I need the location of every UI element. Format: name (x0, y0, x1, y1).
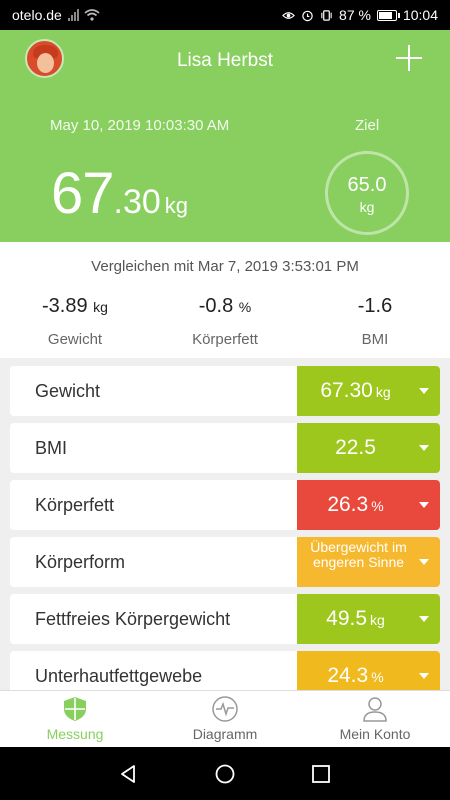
metric-unit: kg (375, 384, 391, 400)
goal-unit: kg (359, 199, 375, 215)
metric-value: 24.3 (327, 664, 369, 687)
nav-messung[interactable]: Messung (0, 691, 150, 748)
chevron-down-icon (419, 388, 429, 394)
metric-unit: % (371, 498, 384, 514)
eye-icon (282, 11, 295, 19)
stat-unit: % (238, 299, 252, 315)
nav-mein-konto[interactable]: Mein Konto (300, 691, 450, 748)
bottom-navigation: Messung Diagramm Mein Konto (0, 690, 450, 747)
add-button[interactable] (396, 45, 422, 71)
metric-row-bodyfat[interactable]: Körperfett 26.3% (10, 480, 440, 530)
chevron-down-icon (419, 616, 429, 622)
battery-percent: 87 % (339, 7, 371, 23)
metric-badge[interactable]: 26.3% (297, 480, 440, 530)
stat-label: BMI (361, 331, 389, 348)
clock-time: 10:04 (402, 7, 438, 23)
metrics-list[interactable]: Gewicht 67.30 kg BMI 22.5 Körperfett 26.3… (0, 358, 450, 690)
stat-label: Körperfett (192, 331, 258, 348)
chevron-down-icon (419, 445, 429, 451)
metric-value: Übergewicht im engeren Sinne (310, 539, 407, 570)
weight-decimal: .30 (113, 183, 161, 221)
chevron-down-icon (419, 673, 429, 679)
battery-icon (376, 9, 400, 21)
nav-diagramm[interactable]: Diagramm (150, 691, 300, 748)
weight-unit: kg (164, 193, 189, 218)
pulse-icon (212, 696, 238, 722)
metric-unit: kg (370, 612, 385, 628)
measurement-date: May 10, 2019 10:03:30 AM (50, 117, 230, 134)
system-navigation-bar (0, 747, 450, 800)
metric-badge[interactable]: 49.5 kg (297, 594, 440, 644)
nav-label: Diagramm (192, 726, 258, 742)
home-icon[interactable] (214, 763, 236, 785)
status-bar: otelo.de 87 % 10:04 (0, 0, 450, 30)
person-icon (363, 697, 387, 722)
chevron-down-icon (419, 559, 429, 565)
comparison-section: Vergleichen mit Mar 7, 2019 3:53:01 PM -… (0, 242, 450, 358)
metric-row-bmi[interactable]: BMI 22.5 (10, 423, 440, 473)
signal-icon (67, 9, 79, 21)
goal-value: 65.0 (347, 174, 387, 196)
stat-unit: kg (93, 299, 108, 315)
recents-icon[interactable] (310, 763, 332, 785)
stat-value: -1.6 (357, 295, 393, 317)
metric-value: 49.5 (326, 607, 368, 630)
stat-weight-change: -3.89 kg Gewicht (0, 295, 150, 348)
metric-badge[interactable]: Übergewicht im engeren Sinne (297, 537, 440, 587)
metric-row-bodyshape[interactable]: Körperform Übergewicht im engeren Sinne (10, 537, 440, 587)
stat-value: -3.89 (42, 295, 88, 317)
metric-row-subcutaneous-fat[interactable]: Unterhautfettgewebe 24.3% (10, 651, 440, 690)
weight-integer: 67 (51, 161, 115, 226)
chevron-down-icon (419, 502, 429, 508)
metric-label: Fettfreies Körpergewicht (35, 609, 231, 629)
metric-label: Körperform (35, 552, 126, 572)
stat-value: -0.8 (198, 295, 234, 317)
alarm-icon (302, 10, 313, 21)
stat-label: Gewicht (47, 331, 103, 348)
metric-row-lean-mass[interactable]: Fettfreies Körpergewicht 49.5 kg (10, 594, 440, 644)
metric-badge[interactable]: 67.30 kg (297, 366, 440, 416)
goal-label: Ziel (355, 117, 380, 134)
metric-badge[interactable]: 22.5 (297, 423, 440, 473)
metric-label: Körperfett (35, 495, 115, 515)
stat-bmi-change: -1.6 BMI (300, 295, 450, 348)
measurement-header: Lisa Herbst May 10, 2019 10:03:30 AM 67.… (0, 30, 450, 242)
metric-label: Gewicht (35, 381, 101, 401)
shield-icon (64, 697, 86, 721)
vibrate-icon (321, 9, 332, 21)
carrier-name: otelo.de (12, 7, 62, 23)
nav-label: Messung (46, 726, 104, 742)
current-weight: 67.30 kg (51, 160, 188, 227)
metric-value: 22.5 (335, 436, 376, 459)
stat-bodyfat-change: -0.8 % Körperfett (150, 295, 300, 348)
metric-unit: % (371, 669, 384, 685)
metric-badge[interactable]: 24.3% (297, 651, 440, 690)
user-name: Lisa Herbst (176, 50, 274, 71)
metric-value: 26.3 (327, 493, 369, 516)
metric-row-weight[interactable]: Gewicht 67.30 kg (10, 366, 440, 416)
metric-label: Unterhautfettgewebe (35, 666, 203, 686)
back-icon[interactable] (117, 763, 139, 785)
goal-circle[interactable]: 65.0 kg (325, 151, 409, 235)
nav-label: Mein Konto (339, 726, 411, 742)
wifi-icon (84, 9, 100, 21)
metric-value: 67.30 (320, 379, 373, 402)
metric-label: BMI (35, 438, 68, 458)
comparison-date[interactable]: Vergleichen mit Mar 7, 2019 3:53:01 PM (0, 258, 450, 275)
